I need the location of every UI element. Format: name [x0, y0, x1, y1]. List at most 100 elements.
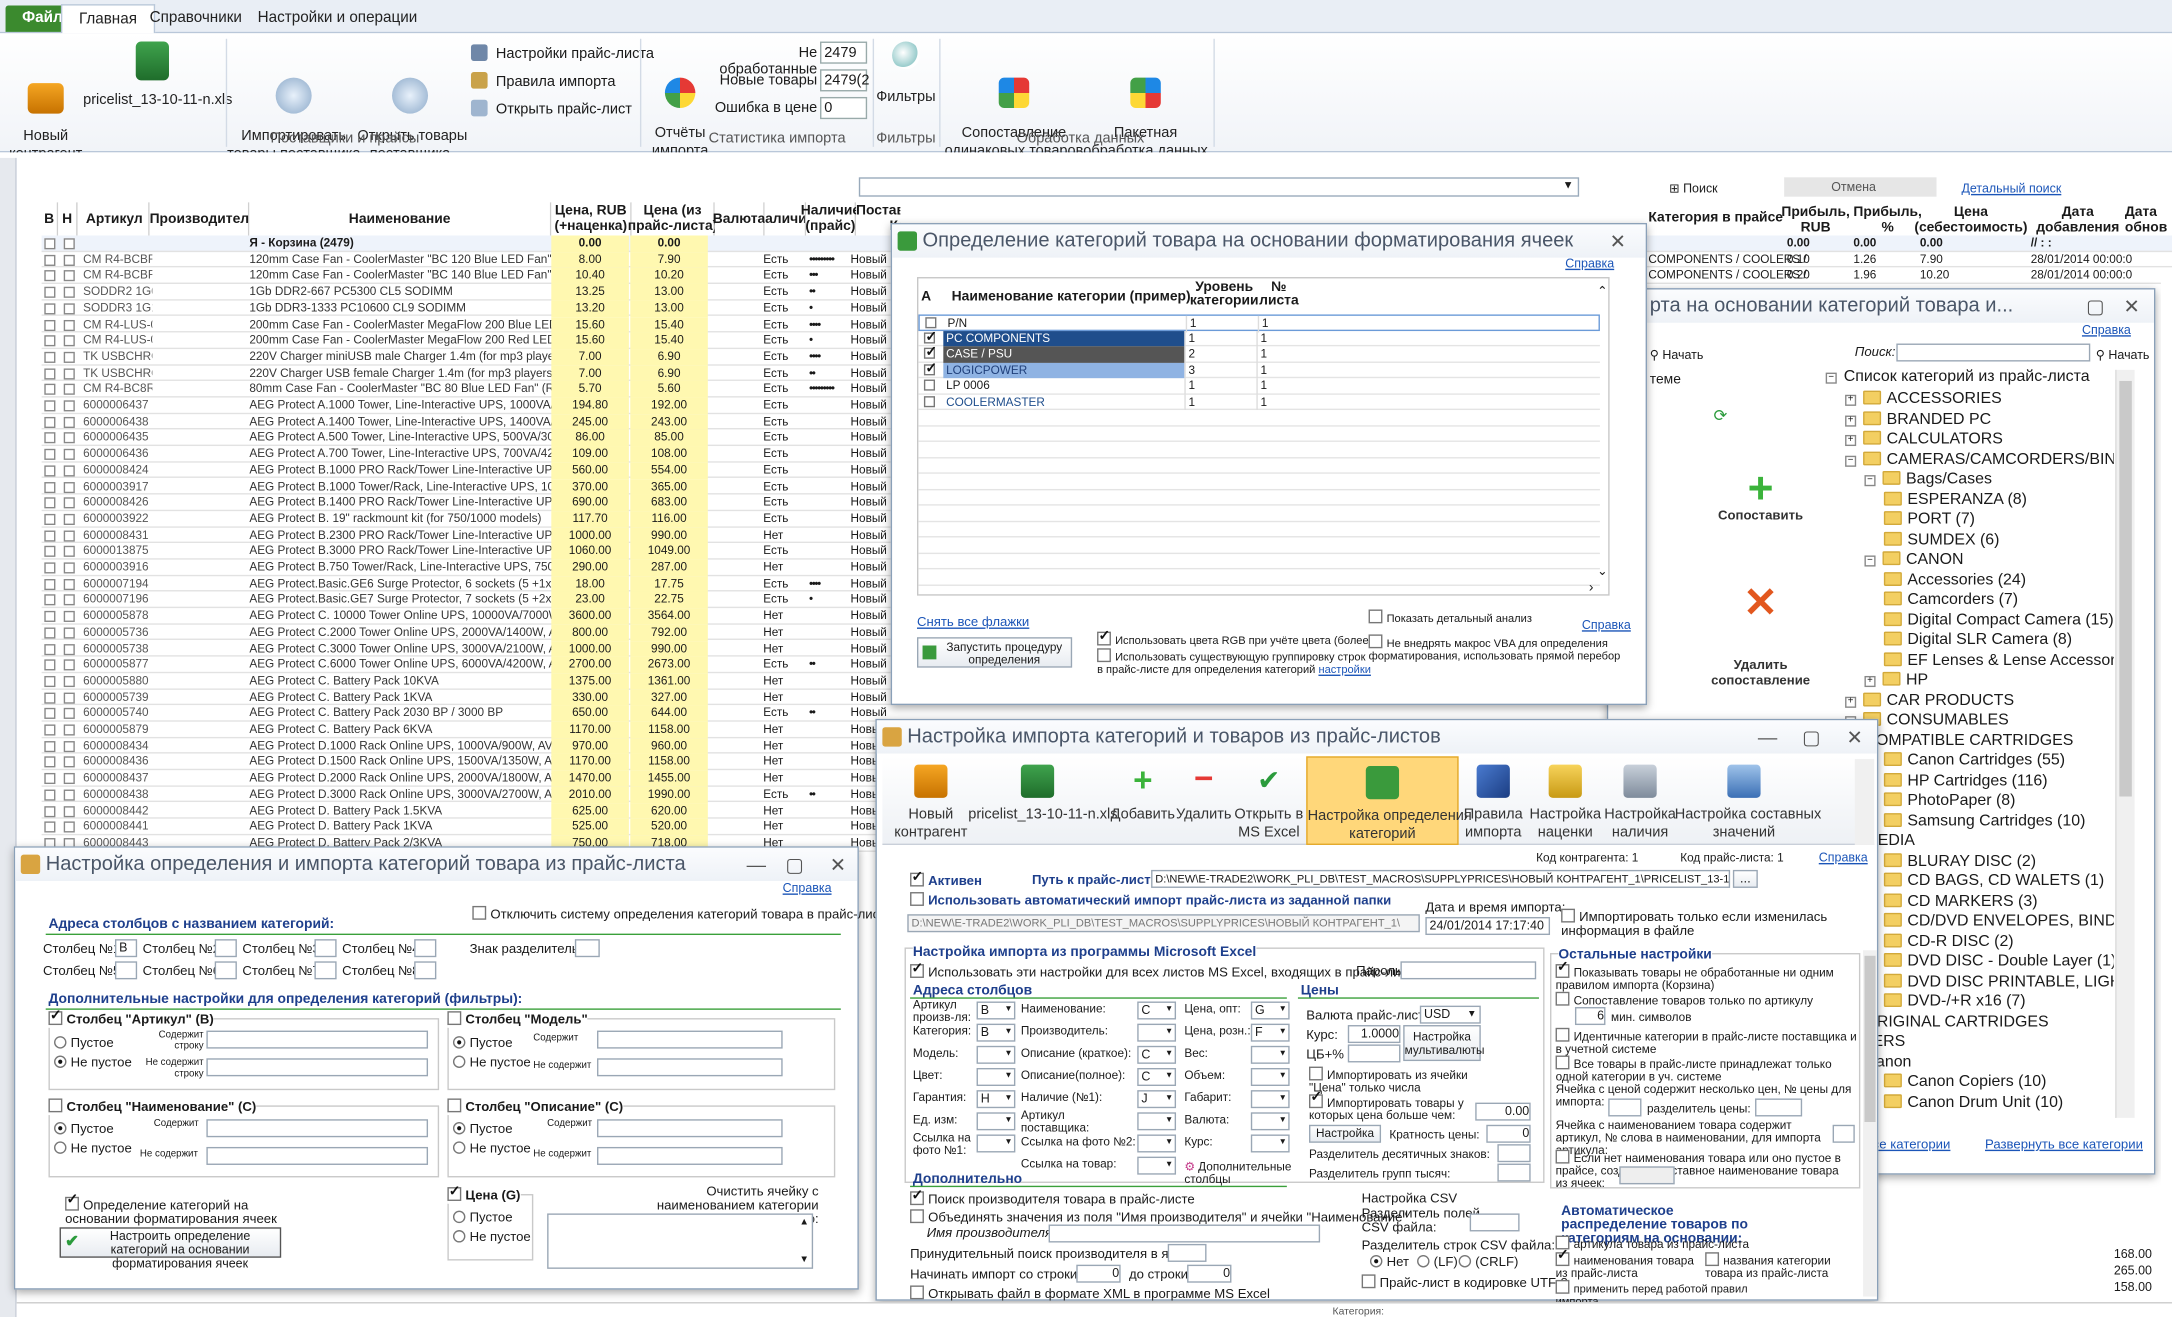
over-price-input[interactable]: 0.00	[1475, 1102, 1531, 1121]
maximize-icon[interactable]: ▢	[785, 853, 803, 877]
format-row[interactable]	[918, 442, 1600, 458]
delimiter-input[interactable]	[574, 939, 600, 958]
find-maker-checkbox[interactable]: Поиск производителя товара в прайс-листе	[910, 1189, 1195, 1208]
format-row[interactable]	[918, 410, 1600, 426]
csv-crlf-radio[interactable]: (CRLF)	[1458, 1254, 1518, 1270]
expand-icon[interactable]: +	[1845, 414, 1857, 426]
row-checkbox-n[interactable]	[63, 367, 75, 379]
browse-button[interactable]: ...	[1732, 869, 1758, 888]
detailed-search-link[interactable]: Детальный поиск	[1961, 181, 2061, 195]
row-checkbox-n[interactable]	[63, 756, 75, 768]
right-row[interactable]: 0.00 0.00 0.00 // : :	[1642, 235, 2172, 252]
row-checkbox-n[interactable]	[63, 432, 75, 444]
col-header-v[interactable]: В	[41, 202, 59, 236]
row-checkbox-n[interactable]	[63, 594, 75, 606]
model-contains-input[interactable]	[597, 1030, 783, 1049]
help-link[interactable]: Справка	[2082, 323, 2131, 337]
start-button-left[interactable]: ⚲ Начать	[1650, 348, 1704, 363]
article-contains-input[interactable]	[206, 1030, 429, 1049]
row-checkbox-n[interactable]	[63, 821, 75, 833]
no-name-checkbox[interactable]: Если нет наименования товара или оно пус…	[1555, 1149, 1847, 1190]
field-column-select[interactable]: B ▼	[976, 1001, 1016, 1020]
table-row[interactable]: 6000008437 AEG Protect D.2000 Rack Online…	[41, 770, 901, 787]
table-row[interactable]: 6000005877 AEG Protect C.6000 Tower Onlin…	[41, 656, 901, 674]
identical-cats-checkbox[interactable]: Идентичные категории в прайс-листе поста…	[1555, 1027, 1861, 1056]
expand-icon[interactable]: +	[1864, 675, 1876, 688]
field-column-select[interactable]: ▼	[976, 1112, 1016, 1131]
group-sep-input[interactable]	[1497, 1163, 1531, 1182]
row-checkbox-v[interactable]	[44, 254, 56, 266]
tb-markup-button[interactable]: Настройка наценки	[1528, 756, 1603, 842]
settings-link[interactable]: настройки	[1318, 664, 1370, 676]
word-number-input[interactable]	[1832, 1124, 1855, 1143]
expand-icon[interactable]: +	[1845, 434, 1857, 447]
category-column-input[interactable]	[214, 939, 237, 958]
format-row[interactable]: LOGICPOWER31	[918, 361, 1600, 379]
desc-notempty-radio[interactable]: Не пустое	[452, 1141, 531, 1157]
model-filter-checkbox[interactable]: Столбец "Модель"	[447, 1011, 588, 1028]
right-row[interactable]: COMPONENTS / COOLERS / 0.10 1.26 7.90 28/01…	[1642, 252, 2172, 268]
row-checkbox-v[interactable]	[44, 740, 56, 752]
close-icon[interactable]: ✕	[2124, 295, 2140, 319]
configure-format-button[interactable]: ✔ Настроить определение категорий на осно…	[59, 1227, 282, 1270]
by-name-checkbox[interactable]: наименования товара из прайс-листа	[1555, 1249, 1708, 1280]
row-checkbox-n[interactable]	[63, 675, 75, 687]
tab-directories[interactable]: Справочники	[133, 4, 259, 33]
tree-node[interactable]: SUMDEX (6)	[1883, 530, 1999, 549]
row-checkbox-v[interactable]	[44, 578, 56, 590]
tree-node[interactable]: + HP	[1864, 670, 1928, 689]
table-row[interactable]: 6000006435 AEG Protect A.500 Tower, Line-…	[41, 429, 901, 447]
to-row-input[interactable]: 0	[1187, 1264, 1232, 1283]
table-row[interactable]: 6000005880 AEG Protect C. Battery Pack 10…	[41, 673, 901, 690]
settings-button[interactable]: Настройка	[1309, 1124, 1382, 1143]
row-checkbox-n[interactable]	[63, 724, 75, 736]
article-notempty-radio[interactable]: Не пустое	[54, 1055, 132, 1071]
row-checkbox-v[interactable]	[44, 773, 56, 785]
table-row[interactable]: 6000003916 AEG Protect B.750 Tower/Rack, …	[41, 559, 901, 576]
tree-node[interactable]: Canon Copiers (10)	[1883, 1072, 2046, 1091]
row-checkbox-v[interactable]	[44, 708, 56, 720]
row-checkbox-n[interactable]	[63, 529, 75, 542]
category-column-input[interactable]	[314, 961, 337, 980]
format-row[interactable]	[918, 537, 1600, 554]
row-checkbox-v[interactable]	[44, 756, 56, 768]
tree-node[interactable]: CD-R DISC (2)	[1883, 932, 2014, 951]
row-checkbox-v[interactable]	[44, 448, 56, 461]
format-row[interactable]	[918, 426, 1600, 442]
table-row[interactable]: 6000005879 AEG Protect C. Battery Pack 6K…	[41, 721, 901, 738]
format-row-checkbox[interactable]	[923, 329, 937, 345]
help-link-2[interactable]: Справка	[1582, 618, 1631, 632]
vat-input[interactable]	[1347, 1044, 1401, 1063]
decimal-sep-input[interactable]	[1497, 1144, 1531, 1163]
row-checkbox-v[interactable]	[44, 497, 56, 509]
use-existing-checkbox[interactable]: Использовать существующую группировку ст…	[1097, 648, 1374, 676]
row-checkbox-v[interactable]	[44, 416, 56, 428]
field-column-select[interactable]: C ▼	[1137, 1067, 1177, 1086]
table-row[interactable]: TK USBCHRG F 220V Charger USB female Char…	[41, 365, 901, 382]
table-row[interactable]: 6000003922 AEG Protect B. 19" rackmount k…	[41, 510, 901, 528]
tree-node[interactable]: Canon Cartridges (55)	[1883, 751, 2065, 770]
open-price-button[interactable]: Открыть прайс-лист	[470, 99, 632, 119]
table-row[interactable]: 6000013875 AEG Protect B.3000 PRO Rack/To…	[41, 543, 901, 560]
table-row[interactable]: 6000006436 AEG Protect A.700 Tower, Line-…	[41, 446, 901, 463]
table-row[interactable]: CM R4-LUS-07 200mm Case Fan - CoolerMaste…	[41, 332, 901, 349]
name-contains-input[interactable]	[206, 1119, 429, 1138]
row-checkbox-v[interactable]	[44, 643, 56, 655]
no-vba-checkbox[interactable]: Не внедрять макрос VBA для определения ф…	[1368, 634, 1632, 662]
field-column-select[interactable]: ▼	[1137, 1023, 1177, 1042]
toolbar-scrollbar[interactable]	[1854, 759, 1875, 845]
tree-node[interactable]: Camcorders (7)	[1883, 590, 2018, 609]
article-filter-checkbox[interactable]: Столбец "Артикул" (B)	[48, 1008, 214, 1028]
tb-category-detect-button[interactable]: Настройка определения категорий	[1306, 756, 1472, 845]
desc-filter-checkbox[interactable]: Столбец "Описание" (C)	[447, 1098, 624, 1116]
col-header-price-category[interactable]: Категория в прайсе	[1648, 211, 1783, 226]
table-row[interactable]: 6000006437 AEG Protect A.1000 Tower, Line…	[41, 397, 901, 414]
multicurrency-button[interactable]: Настройка мультивалюты	[1403, 1025, 1484, 1062]
row-checkbox-v[interactable]	[44, 384, 56, 396]
csv-no-radio[interactable]: Нет	[1369, 1254, 1409, 1270]
price-number-input[interactable]	[1608, 1098, 1642, 1117]
category-column-input[interactable]	[414, 961, 437, 980]
show-unprocessed-checkbox[interactable]: Показывать товары не обработанные ни одн…	[1555, 961, 1861, 992]
field-column-select[interactable]: F ▼	[1250, 1023, 1290, 1042]
tab-settings[interactable]: Настройки и операции	[241, 4, 434, 33]
